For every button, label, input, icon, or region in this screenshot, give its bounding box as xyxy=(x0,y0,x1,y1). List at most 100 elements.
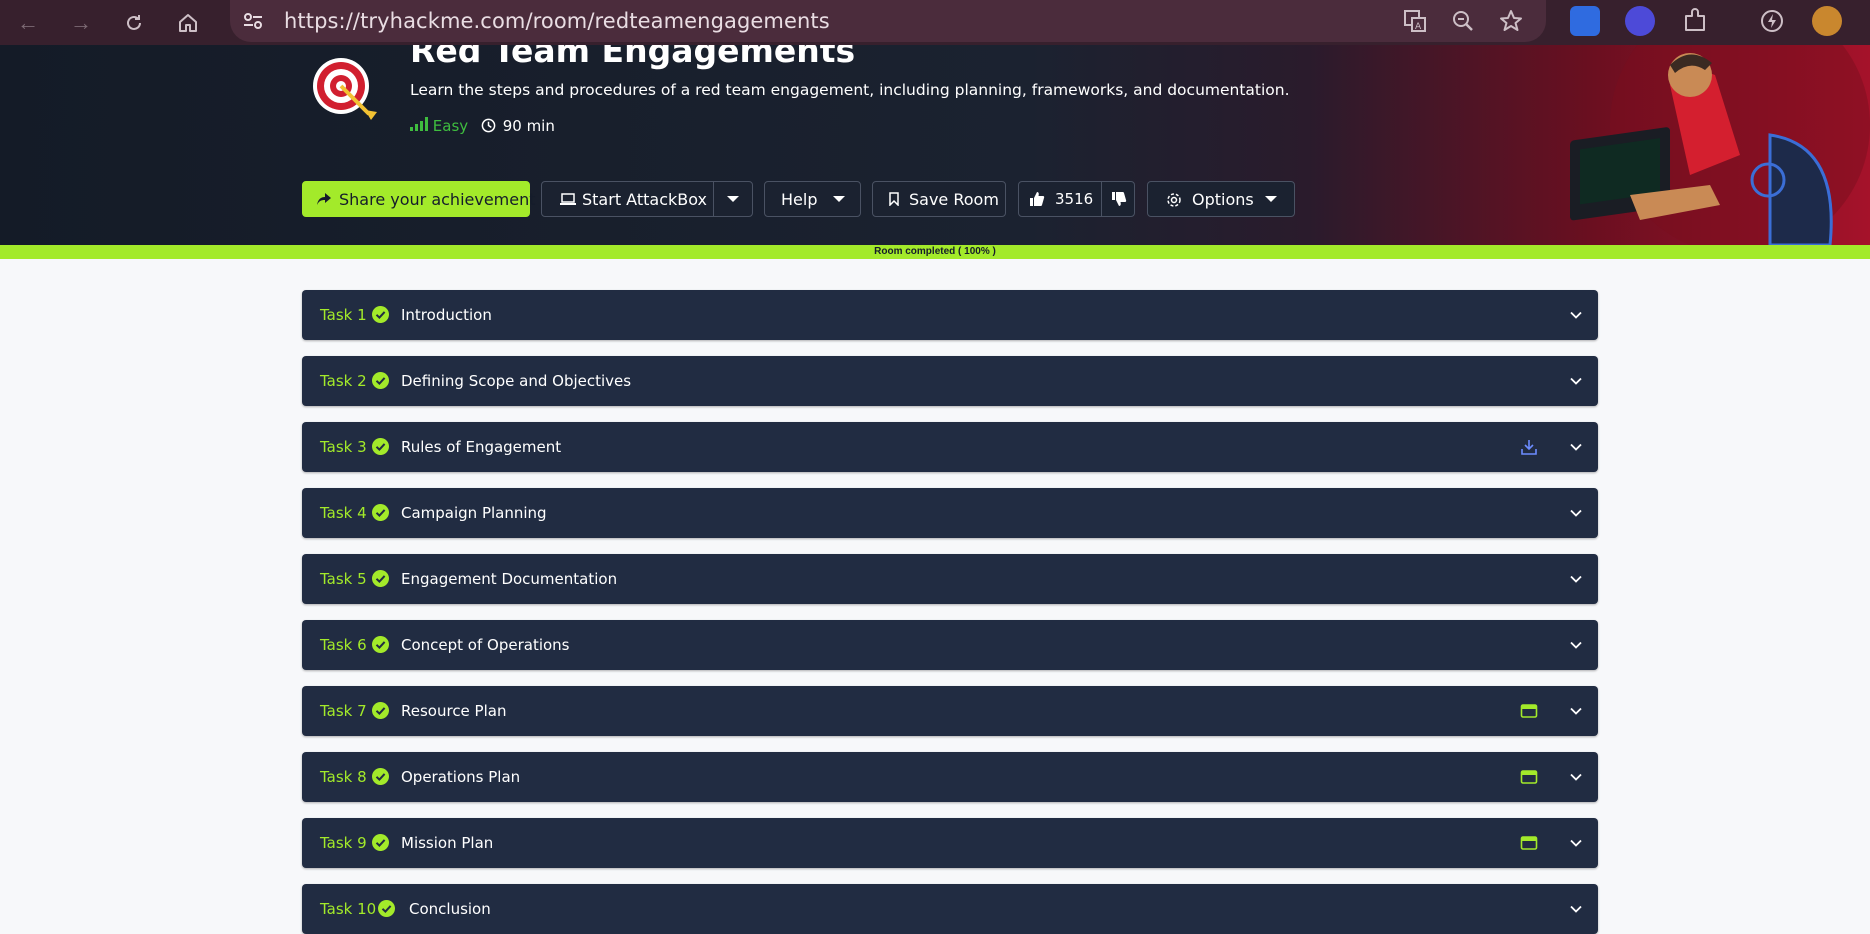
task-number: Task 4 xyxy=(320,504,367,522)
gear-icon xyxy=(1167,193,1181,207)
task-number: Task 3 xyxy=(320,438,367,456)
task-number: Task 2 xyxy=(320,372,367,390)
task-title: Campaign Planning xyxy=(401,504,547,522)
room-title: Red Team Engagements xyxy=(410,45,856,70)
browser-window-icon xyxy=(1520,704,1538,718)
site-settings-icon[interactable] xyxy=(242,10,264,32)
task-number: Task 8 xyxy=(320,768,367,786)
hacker-illustration xyxy=(1570,45,1870,245)
bookmark-icon xyxy=(889,192,899,206)
task-row[interactable]: Task 3 Rules of Engagement xyxy=(302,422,1598,472)
task-title: Resource Plan xyxy=(401,702,507,720)
vote-group: 3516 xyxy=(1018,181,1135,217)
caret-down-icon xyxy=(833,196,845,202)
thumbs-down-button[interactable] xyxy=(1101,182,1136,216)
completed-check-icon xyxy=(372,438,389,455)
browser-window-icon xyxy=(1520,770,1538,784)
chevron-down-icon[interactable] xyxy=(1568,769,1584,785)
task-number: Task 1 xyxy=(320,306,367,324)
task-title: Mission Plan xyxy=(401,834,494,852)
task-row[interactable]: Task 1 Introduction xyxy=(302,290,1598,340)
task-title: Rules of Engagement xyxy=(401,438,562,456)
completed-check-icon xyxy=(372,702,389,719)
progress-text: Room completed ( 100% ) xyxy=(874,246,996,257)
task-row[interactable]: Task 2 Defining Scope and Objectives xyxy=(302,356,1598,406)
share-achievement-button[interactable]: Share your achievement xyxy=(302,181,536,217)
laptop-icon xyxy=(560,193,576,205)
task-row[interactable]: Task 10 Conclusion xyxy=(302,884,1598,934)
task-title: Concept of Operations xyxy=(401,636,570,654)
help-button[interactable]: Help xyxy=(764,181,861,217)
completed-check-icon xyxy=(378,900,395,917)
likes-count: 3516 xyxy=(1055,190,1094,208)
download-icon[interactable] xyxy=(1520,438,1538,456)
completed-check-icon xyxy=(372,834,389,851)
chevron-down-icon[interactable] xyxy=(1568,901,1584,917)
task-row[interactable]: Task 4 Campaign Planning xyxy=(302,488,1598,538)
chevron-down-icon[interactable] xyxy=(1568,637,1584,653)
completed-check-icon xyxy=(372,768,389,785)
task-row[interactable]: Task 7 Resource Plan xyxy=(302,686,1598,736)
task-title: Engagement Documentation xyxy=(401,570,618,588)
room-meta: Easy 90 min xyxy=(410,117,555,135)
difficulty-label: Easy xyxy=(432,117,469,135)
reload-icon[interactable] xyxy=(118,7,150,39)
completed-check-icon xyxy=(372,306,389,323)
thumbs-down-icon xyxy=(1112,192,1127,206)
task-row[interactable]: Task 8 Operations Plan xyxy=(302,752,1598,802)
caret-down-icon xyxy=(727,196,739,202)
task-title: Operations Plan xyxy=(401,768,521,786)
chevron-down-icon[interactable] xyxy=(1568,307,1584,323)
bookmark-star-icon[interactable] xyxy=(1498,8,1524,34)
start-attackbox-button[interactable]: Start AttackBox xyxy=(541,181,753,217)
chevron-down-icon[interactable] xyxy=(1568,703,1584,719)
room-banner: Red Team Engagements Learn the steps and… xyxy=(0,45,1870,245)
completed-check-icon xyxy=(372,372,389,389)
difficulty-bars-icon xyxy=(410,117,428,131)
caret-down-icon xyxy=(1265,196,1277,202)
task-row[interactable]: Task 9 Mission Plan xyxy=(302,818,1598,868)
save-room-button[interactable]: Save Room xyxy=(872,181,1006,217)
task-title: Defining Scope and Objectives xyxy=(401,372,632,390)
address-bar[interactable]: https://tryhackme.com/room/redteamengage… xyxy=(230,0,1546,42)
extension-bot-icon[interactable] xyxy=(1625,6,1655,36)
chevron-down-icon[interactable] xyxy=(1568,835,1584,851)
chevron-down-icon[interactable] xyxy=(1568,505,1584,521)
task-row[interactable]: Task 5 Engagement Documentation xyxy=(302,554,1598,604)
completed-check-icon xyxy=(372,570,389,587)
target-logo-icon xyxy=(313,58,377,120)
performance-icon[interactable] xyxy=(1757,6,1787,36)
svg-text:A: A xyxy=(1415,22,1422,32)
chevron-down-icon[interactable] xyxy=(1568,571,1584,587)
room-description: Learn the steps and procedures of a red … xyxy=(410,81,1290,99)
thumbs-up-icon[interactable] xyxy=(1029,191,1045,207)
browser-window-icon xyxy=(1520,836,1538,850)
room-progress-bar: Room completed ( 100% ) xyxy=(0,245,1870,259)
chevron-down-icon[interactable] xyxy=(1568,373,1584,389)
attackbox-dropdown-toggle[interactable] xyxy=(713,182,752,216)
clock-icon xyxy=(481,118,496,133)
task-number: Task 7 xyxy=(320,702,367,720)
duration-label: 90 min xyxy=(502,117,555,135)
task-row[interactable]: Task 6 Concept of Operations xyxy=(302,620,1598,670)
task-number: Task 6 xyxy=(320,636,367,654)
task-number: Task 9 xyxy=(320,834,367,852)
zoom-icon[interactable] xyxy=(1450,8,1476,34)
forward-icon[interactable]: → xyxy=(65,7,97,39)
profile-avatar[interactable] xyxy=(1812,6,1842,36)
completed-check-icon xyxy=(372,504,389,521)
task-title: Introduction xyxy=(401,306,492,324)
share-icon xyxy=(317,193,331,205)
task-title: Conclusion xyxy=(409,900,491,918)
translate-icon[interactable]: A xyxy=(1402,8,1428,34)
task-number: Task 10 xyxy=(320,900,377,918)
url-text[interactable]: https://tryhackme.com/room/redteamengage… xyxy=(284,9,830,33)
back-icon[interactable]: ← xyxy=(12,7,44,39)
options-button[interactable]: Options xyxy=(1147,181,1295,217)
task-number: Task 5 xyxy=(320,570,367,588)
chevron-down-icon[interactable] xyxy=(1568,439,1584,455)
extensions-icon[interactable] xyxy=(1680,6,1710,36)
extension-docs-icon[interactable] xyxy=(1570,6,1600,36)
completed-check-icon xyxy=(372,636,389,653)
home-icon[interactable] xyxy=(172,7,204,39)
